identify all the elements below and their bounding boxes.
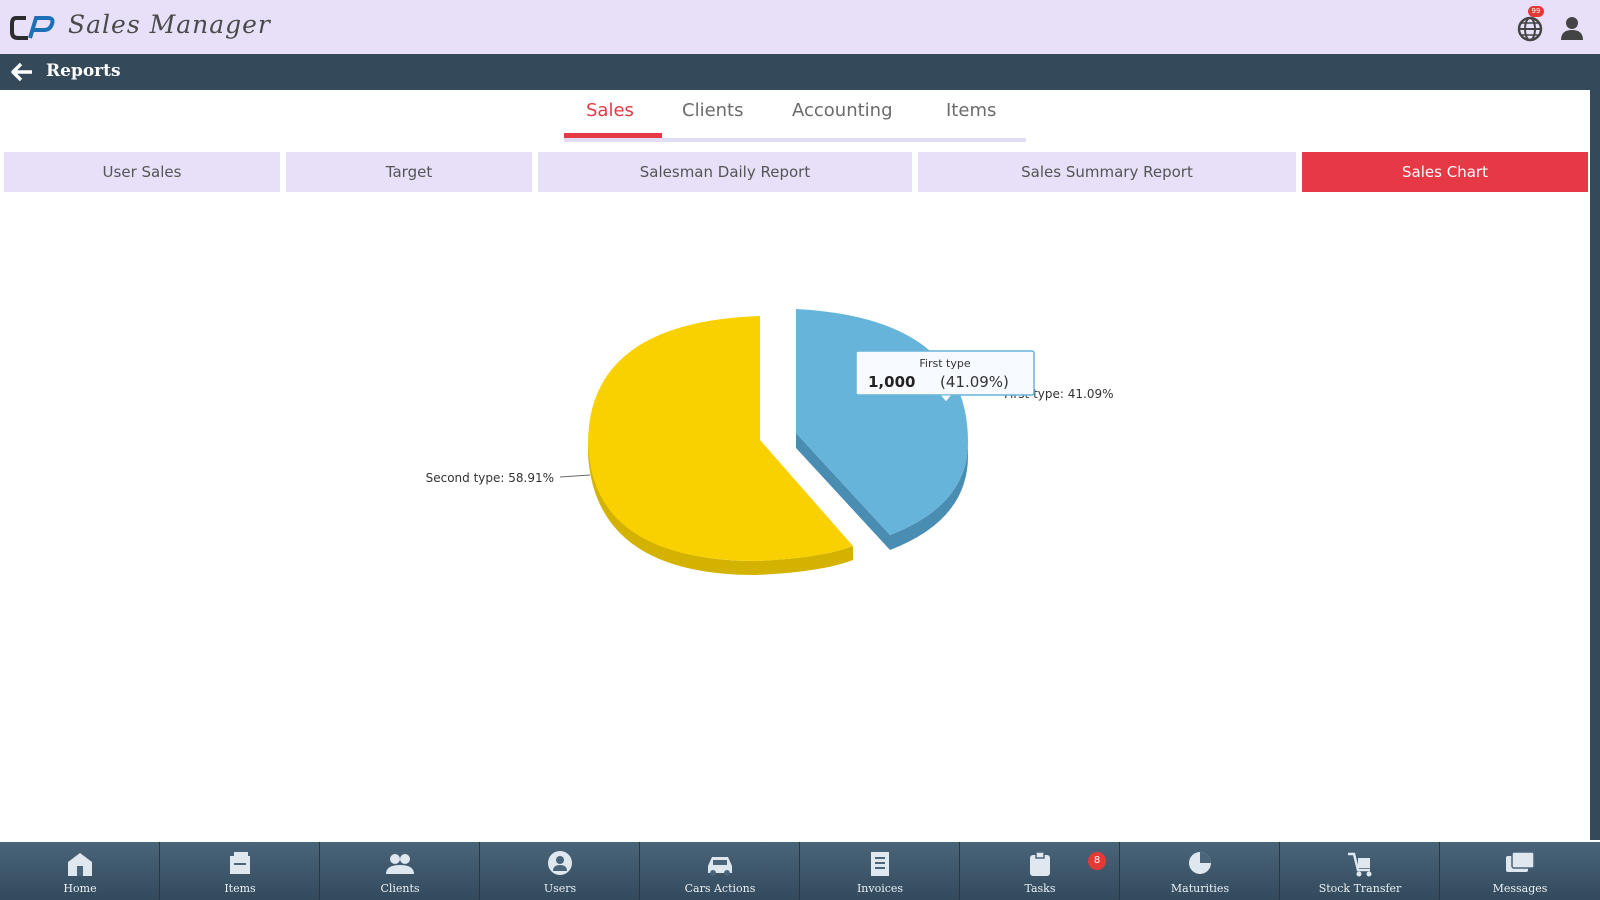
tab-clients[interactable]: Clients — [682, 100, 744, 121]
tab-sales[interactable]: Sales — [586, 100, 634, 121]
nav-stock-transfer[interactable]: Stock Transfer — [1280, 842, 1440, 900]
car-icon — [708, 857, 732, 876]
nav-home[interactable]: Home — [0, 842, 160, 900]
chart-tooltip: First type 1,000 (41.09%) — [855, 350, 1035, 403]
nav-label: Items — [224, 882, 256, 895]
nav-clients[interactable]: Clients — [320, 842, 480, 900]
nav-label: Stock Transfer — [1318, 882, 1402, 895]
active-tab-indicator — [564, 133, 662, 138]
logo-icon — [10, 16, 55, 40]
nav-label: Users — [543, 882, 577, 895]
nav-label: Tasks — [1024, 882, 1056, 895]
nav-label: Clients — [380, 882, 420, 895]
globe-icon[interactable] — [1514, 12, 1546, 44]
page-title: Reports — [46, 61, 121, 81]
nav-label: Cars Actions — [684, 882, 756, 895]
back-arrow-icon[interactable] — [10, 62, 34, 82]
nav-users[interactable]: Users — [480, 842, 640, 900]
subtab-salesman-daily-report[interactable]: Salesman Daily Report — [538, 152, 912, 192]
tasks-badge: 8 — [1088, 852, 1106, 870]
users-icon — [548, 851, 572, 875]
label-line-second-type — [559, 474, 591, 478]
app-header: Sales Manager 99 — [0, 0, 1600, 54]
nav-items[interactable]: Items — [160, 842, 320, 900]
subtab-sales-summary-report[interactable]: Sales Summary Report — [918, 152, 1296, 192]
nav-label: Home — [63, 882, 97, 895]
maturities-icon — [1189, 852, 1211, 874]
home-icon — [68, 853, 92, 876]
tab-items[interactable]: Items — [946, 100, 996, 121]
scrollbar[interactable] — [1590, 90, 1600, 840]
nav-label: Messages — [1492, 882, 1548, 895]
messages-icon — [1506, 851, 1535, 872]
nav-invoices[interactable]: Invoices — [800, 842, 960, 900]
user-icon[interactable] — [1556, 12, 1588, 44]
invoice-icon — [871, 852, 889, 876]
stock-transfer-icon — [1348, 852, 1372, 877]
notification-badge: 99 — [1528, 6, 1544, 17]
tasks-icon — [1030, 851, 1050, 876]
subtab-target[interactable]: Target — [286, 152, 532, 192]
page-header: Reports — [0, 54, 1600, 90]
pie-slice-first-type[interactable] — [796, 309, 968, 535]
nav-label: Maturities — [1170, 882, 1230, 895]
tooltip-value: 1,000 — [868, 373, 915, 391]
nav-label: Invoices — [856, 882, 904, 895]
subtab-sales-chart[interactable]: Sales Chart — [1302, 152, 1588, 192]
nav-messages[interactable]: Messages — [1440, 842, 1600, 900]
report-tabs: Sales Clients Accounting Items — [564, 94, 1026, 142]
items-icon — [230, 852, 250, 874]
bottom-nav: Home Items Clients Users Cars Actions In… — [0, 842, 1600, 900]
tooltip-percent: (41.09%) — [940, 373, 1009, 391]
tooltip-title: First type — [919, 357, 970, 370]
app-title: Sales Manager — [68, 10, 271, 39]
tab-accounting[interactable]: Accounting — [792, 100, 893, 121]
subtab-user-sales[interactable]: User Sales — [4, 152, 280, 192]
clients-icon — [386, 854, 414, 874]
nav-maturities[interactable]: Maturities — [1120, 842, 1280, 900]
sales-pie-chart: Second type: 58.91% First type: 41.09% F… — [426, 309, 1114, 575]
nav-cars-actions[interactable]: Cars Actions — [640, 842, 800, 900]
data-label-second-type: Second type: 58.91% — [426, 471, 554, 485]
nav-tasks[interactable]: Tasks — [960, 842, 1120, 900]
